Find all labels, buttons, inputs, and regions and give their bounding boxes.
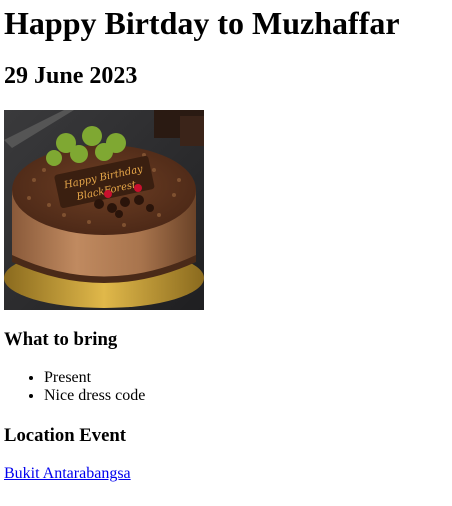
event-date: 29 June 2023 (4, 63, 138, 89)
birthday-cake-image: Happy Birthday BlackForest (4, 110, 204, 310)
page-title: Happy Birtday to Muzhaffar (4, 5, 400, 41)
location-heading: Location Event (4, 425, 126, 446)
list-item: Present (44, 369, 145, 387)
location-link[interactable]: Bukit Antarabangsa (4, 464, 131, 483)
bring-list: Present Nice dress code (4, 369, 145, 405)
list-item: Nice dress code (44, 387, 145, 405)
what-to-bring-heading: What to bring (4, 329, 118, 350)
